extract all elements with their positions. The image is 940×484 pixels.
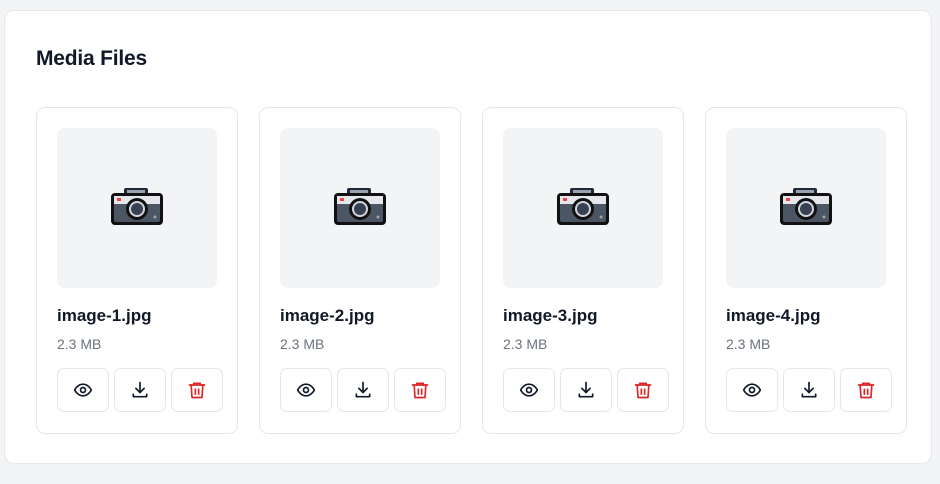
thumbnail	[726, 128, 886, 288]
download-icon	[576, 380, 596, 400]
thumbnail	[503, 128, 663, 288]
delete-button[interactable]	[617, 368, 669, 412]
file-name: image-1.jpg	[57, 306, 152, 325]
file-size: 2.3 MB	[503, 336, 548, 352]
card-actions	[726, 368, 892, 412]
media-card: image-2.jpg 2.3 MB	[259, 107, 461, 434]
view-button[interactable]	[726, 368, 778, 412]
download-icon	[353, 380, 373, 400]
eye-icon	[519, 380, 539, 400]
trash-icon	[856, 380, 876, 400]
delete-button[interactable]	[394, 368, 446, 412]
file-name: image-4.jpg	[726, 306, 821, 325]
trash-icon	[633, 380, 653, 400]
file-size: 2.3 MB	[726, 336, 771, 352]
eye-icon	[296, 380, 316, 400]
card-actions	[280, 368, 446, 412]
view-button[interactable]	[503, 368, 555, 412]
view-button[interactable]	[280, 368, 332, 412]
camera-icon	[333, 186, 387, 231]
trash-icon	[410, 380, 430, 400]
eye-icon	[742, 380, 762, 400]
camera-icon	[779, 186, 833, 231]
panel-title: Media Files	[36, 47, 148, 70]
file-size: 2.3 MB	[280, 336, 325, 352]
trash-icon	[187, 380, 207, 400]
media-card: image-3.jpg 2.3 MB	[482, 107, 684, 434]
card-actions	[57, 368, 223, 412]
media-grid: image-1.jpg 2.3 MB image-2.jpg 2.3 MB im…	[36, 107, 907, 434]
download-button[interactable]	[114, 368, 166, 412]
file-name: image-2.jpg	[280, 306, 375, 325]
card-actions	[503, 368, 669, 412]
eye-icon	[73, 380, 93, 400]
download-button[interactable]	[560, 368, 612, 412]
file-name: image-3.jpg	[503, 306, 598, 325]
download-icon	[799, 380, 819, 400]
media-card: image-1.jpg 2.3 MB	[36, 107, 238, 434]
camera-icon	[110, 186, 164, 231]
file-size: 2.3 MB	[57, 336, 102, 352]
delete-button[interactable]	[840, 368, 892, 412]
download-button[interactable]	[783, 368, 835, 412]
thumbnail	[57, 128, 217, 288]
download-button[interactable]	[337, 368, 389, 412]
camera-icon	[556, 186, 610, 231]
media-card: image-4.jpg 2.3 MB	[705, 107, 907, 434]
download-icon	[130, 380, 150, 400]
media-files-panel: Media Files image-1.jpg 2.3 MB image-2.j…	[4, 10, 932, 464]
delete-button[interactable]	[171, 368, 223, 412]
view-button[interactable]	[57, 368, 109, 412]
thumbnail	[280, 128, 440, 288]
